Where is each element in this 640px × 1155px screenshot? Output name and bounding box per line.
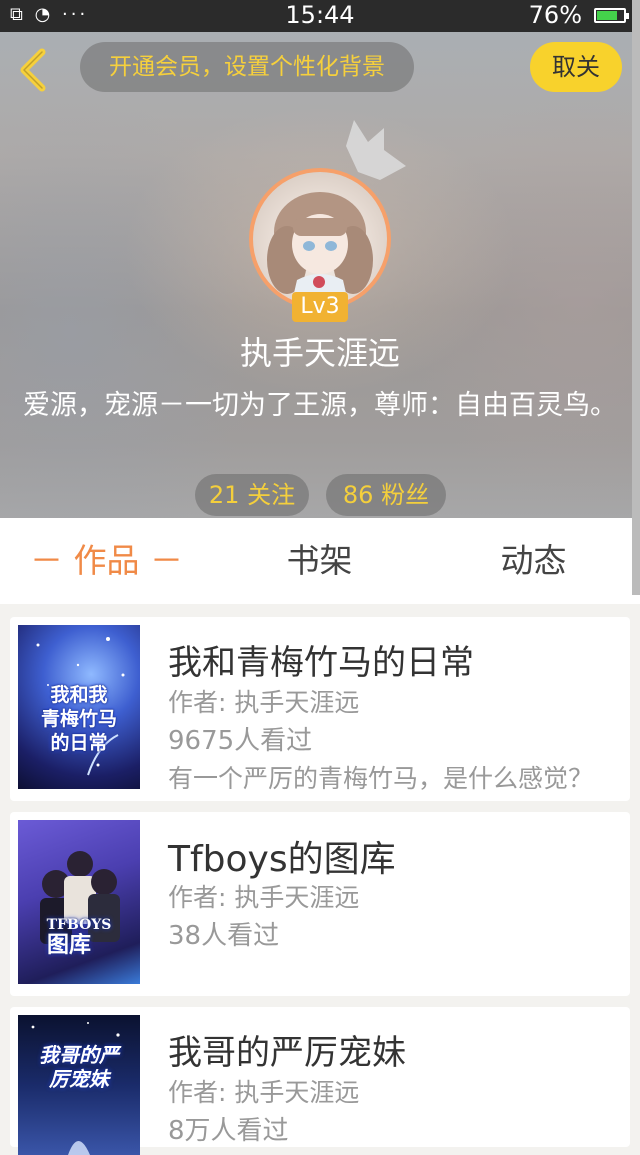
- following-count-button[interactable]: 21 关注: [195, 474, 309, 516]
- battery-percent: 76%: [528, 1, 582, 29]
- book-author: 作者: 执手天涯远: [168, 1078, 360, 1107]
- profile-header: ⧉ ◔ ··· 15:44 76% 开通会员，设置个性化背景 取关 Lv3 执手…: [0, 0, 640, 518]
- book-title: 我哥的严厉宠妹: [168, 1033, 406, 1073]
- book-author: 作者: 执手天涯远: [168, 688, 360, 717]
- vip-background-prompt[interactable]: 开通会员，设置个性化背景: [80, 42, 414, 92]
- level-badge: Lv3: [292, 292, 348, 322]
- unfollow-button[interactable]: 取关: [530, 42, 622, 92]
- tab-works[interactable]: － 作品 －: [0, 518, 213, 604]
- tab-bookshelf[interactable]: 书架: [213, 518, 426, 604]
- avatar[interactable]: [249, 168, 391, 310]
- battery-icon: [594, 8, 629, 23]
- back-chevron-icon: [20, 48, 46, 92]
- book-title: Tfboys的图库: [168, 839, 396, 880]
- cover-title-text: 我哥的严 厉宠妹: [39, 1043, 119, 1091]
- book-views: 8万人看过: [168, 1116, 289, 1146]
- scrollbar[interactable]: [632, 0, 640, 595]
- cover-art: [40, 851, 120, 944]
- book-title: 我和青梅竹马的日常: [168, 643, 474, 683]
- book-card-1[interactable]: 我和我 青梅竹马 的日常 我和青梅竹马的日常 作者: 执手天涯远 9675人看过 有…: [10, 617, 630, 801]
- book-author: 作者: 执手天涯远: [168, 883, 360, 912]
- fans-count-button[interactable]: 86 粉丝: [326, 474, 446, 516]
- back-button[interactable]: [14, 46, 54, 94]
- book-card-2[interactable]: TFBOYS 图库 Tfboys的图库 作者: 执手天涯远 38人看过: [10, 812, 630, 996]
- avatar-image: [253, 172, 387, 306]
- battery-fill: [597, 11, 617, 20]
- tab-activity[interactable]: 动态: [427, 518, 640, 604]
- status-bar: ⧉ ◔ ··· 15:44 76%: [0, 0, 640, 32]
- avatar-illustration: [267, 192, 373, 306]
- bio: 爱源，宠源－一切为了王源，尊师：自由百灵鸟。: [23, 390, 617, 421]
- book-views: 38人看过: [168, 921, 280, 951]
- book-card-3[interactable]: 我哥的严 厉宠妹 我哥的严厉宠妹 作者: 执手天涯远 8万人看过: [10, 1007, 630, 1155]
- cover-title-text: 我和我 青梅竹马 的日常: [40, 684, 117, 754]
- book-cover: TFBOYS 图库: [18, 820, 140, 984]
- nickname: 执手天涯远: [239, 334, 400, 372]
- profile-tabs: － 作品 － 书架 动态: [0, 518, 640, 604]
- book-views: 9675人看过: [168, 726, 313, 756]
- book-cover: 我哥的严 厉宠妹: [18, 1015, 140, 1155]
- book-cover: 我和我 青梅竹马 的日常: [18, 625, 140, 789]
- book-description: 有一个严厉的青梅竹马，是什么感觉？: [168, 764, 594, 793]
- cover-subtitle-text: 图库: [46, 932, 91, 958]
